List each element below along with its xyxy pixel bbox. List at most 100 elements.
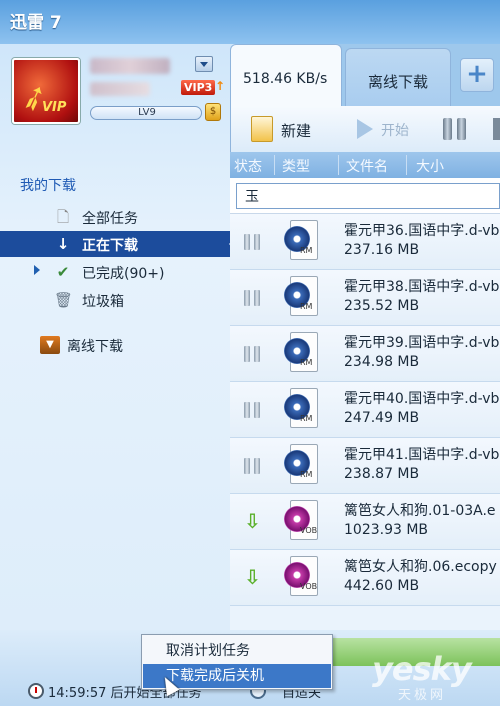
paused-status-icon[interactable] <box>244 346 262 362</box>
file-size: 234.98 MB <box>344 354 420 370</box>
search-row <box>230 178 500 214</box>
new-task-button[interactable]: 新建 <box>251 116 321 142</box>
file-size: 235.52 MB <box>344 298 420 314</box>
start-label: 开始 <box>381 123 409 139</box>
file-type-icon: VOB <box>284 500 320 542</box>
start-button[interactable]: 开始 <box>357 116 417 142</box>
avatar[interactable]: ➶ VIP <box>12 58 80 124</box>
my-downloads-heading[interactable]: 我的下载 <box>20 175 76 195</box>
column-size[interactable]: 大小 <box>416 156 444 176</box>
sidebar-item-trash[interactable]: 🗑 垃圾箱 <box>0 287 236 313</box>
level-label: LV9 <box>138 107 156 118</box>
file-size: 238.87 MB <box>344 466 420 482</box>
column-status[interactable]: 状态 <box>234 156 262 176</box>
download-row[interactable]: RM 霍元甲40.国语中字.d-vb 247.49 MB <box>230 382 500 438</box>
search-input[interactable] <box>236 183 500 209</box>
file-type-label: RM <box>300 414 313 423</box>
file-type-label: RM <box>300 246 313 255</box>
sidebar-item-downloading[interactable]: ↓ 正在下载 <box>0 231 236 257</box>
file-size: 247.49 MB <box>344 410 420 426</box>
paused-status-icon[interactable] <box>244 234 262 250</box>
file-name: 霍元甲39.国语中字.d-vb <box>344 335 500 351</box>
file-name: 霍元甲38.国语中字.d-vb <box>344 279 500 295</box>
file-size: 237.16 MB <box>344 242 420 258</box>
column-divider <box>338 155 339 175</box>
sidebar-item-label: 已完成(90+) <box>82 266 165 282</box>
file-type-label: VOB <box>300 526 318 535</box>
title-bar: 迅雷 7 <box>0 0 500 44</box>
username-blurred <box>90 58 170 74</box>
file-name: 篱笆女人和狗.06.ecopy <box>344 559 497 575</box>
watermark-main: yesky <box>372 650 472 688</box>
column-filename[interactable]: 文件名 <box>346 156 388 176</box>
sidebar-item-label: 垃圾箱 <box>82 294 124 310</box>
menu-item-cancel-schedule[interactable]: 取消计划任务 <box>143 639 331 663</box>
download-list[interactable]: RM 霍元甲36.国语中字.d-vb 237.16 MB RM 霍元甲38.国语中字.d… <box>230 214 500 634</box>
downloading-status-icon[interactable]: ⇩ <box>244 566 262 588</box>
download-row[interactable]: RM 霍元甲36.国语中字.d-vb 237.16 MB <box>230 214 500 270</box>
app-title: 迅雷 7 <box>10 13 62 33</box>
file-name: 霍元甲41.国语中字.d-vb <box>344 447 500 463</box>
pause-button[interactable] <box>443 118 469 140</box>
coin-bag-icon[interactable]: $ <box>205 103 221 121</box>
pause-icon <box>443 118 452 140</box>
tab-speed[interactable]: 518.46 KB/s <box>230 44 342 106</box>
sidebar-item-completed[interactable]: ✔ 已完成(90+) <box>0 259 236 285</box>
upgrade-arrow-icon[interactable]: ↑ <box>215 79 225 93</box>
file-type-icon: RM <box>284 332 320 374</box>
paused-status-icon[interactable] <box>244 402 262 418</box>
level-progress-bar: LV9 <box>90 106 202 120</box>
file-name: 霍元甲36.国语中字.d-vb <box>344 223 500 239</box>
column-header: 状态 类型 文件名 大小 <box>230 152 500 178</box>
file-type-icon: RM <box>284 444 320 486</box>
file-type-label: VOB <box>300 582 318 591</box>
play-icon <box>357 119 373 139</box>
file-type-label: RM <box>300 358 313 367</box>
download-row[interactable]: ⇩ VOB 篱笆女人和狗.06.ecopy 442.60 MB <box>230 550 500 606</box>
add-tab-button[interactable]: + <box>460 58 494 92</box>
tab-speed-label: 518.46 KB/s <box>243 71 328 87</box>
checkmark-icon: ✔ <box>56 263 70 281</box>
download-row[interactable]: RM 霍元甲39.国语中字.d-vb 234.98 MB <box>230 326 500 382</box>
user-detail-blurred <box>90 82 150 96</box>
new-task-label: 新建 <box>281 122 312 140</box>
trash-icon: 🗑 <box>54 291 74 309</box>
pause-icon <box>457 118 466 140</box>
vip-badge[interactable]: VIP3 <box>181 80 216 95</box>
downloading-status-icon[interactable]: ⇩ <box>244 510 262 532</box>
toolbar: 新建 开始 <box>230 106 500 152</box>
scheduled-task-icon[interactable] <box>28 683 44 699</box>
file-name: 霍元甲40.国语中字.d-vb <box>344 391 500 407</box>
tab-offline-download[interactable]: 离线下载 <box>345 48 451 106</box>
stop-button[interactable] <box>493 118 500 140</box>
new-document-icon <box>251 116 273 142</box>
file-size: 1023.93 MB <box>344 522 429 538</box>
file-type-label: RM <box>300 470 313 479</box>
offline-download-icon: ▼ <box>40 336 60 354</box>
paused-status-icon[interactable] <box>244 290 262 306</box>
sidebar-item-all-tasks[interactable]: 🗋 全部任务 <box>0 204 236 230</box>
file-type-icon: VOB <box>284 556 320 598</box>
file-type-icon: RM <box>284 276 320 318</box>
file-name: 篱笆女人和狗.01-03A.e <box>344 503 496 519</box>
watermark-logo: yesky 天极网 <box>372 650 498 706</box>
sidebar: ➶ VIP VIP3 ↑ LV9 $ 我的下载 🗋 全部任务 ↓ 正在下载 ✔ … <box>0 44 236 706</box>
sidebar-item-label: 全部任务 <box>82 211 138 227</box>
sidebar-item-offline-download[interactable]: ▼ 离线下载 <box>0 332 236 358</box>
avatar-vip-label: VIP <box>42 100 67 115</box>
account-dropdown-button[interactable] <box>195 56 213 72</box>
download-row[interactable]: RM 霍元甲41.国语中字.d-vb 238.87 MB <box>230 438 500 494</box>
paused-status-icon[interactable] <box>244 458 262 474</box>
column-type[interactable]: 类型 <box>282 156 310 176</box>
download-arrow-icon: ↓ <box>56 235 70 253</box>
download-row[interactable]: ⇩ VOB 篱笆女人和狗.01-03A.e 1023.93 MB <box>230 494 500 550</box>
watermark-sub: 天极网 <box>398 688 447 703</box>
file-type-icon: RM <box>284 220 320 262</box>
expand-arrow-icon[interactable] <box>34 265 40 275</box>
sidebar-item-label: 离线下载 <box>67 339 123 355</box>
column-divider <box>406 155 407 175</box>
file-type-icon: RM <box>284 388 320 430</box>
column-divider <box>274 155 275 175</box>
tab-offline-label: 离线下载 <box>368 73 429 91</box>
download-row[interactable]: RM 霍元甲38.国语中字.d-vb 235.52 MB <box>230 270 500 326</box>
